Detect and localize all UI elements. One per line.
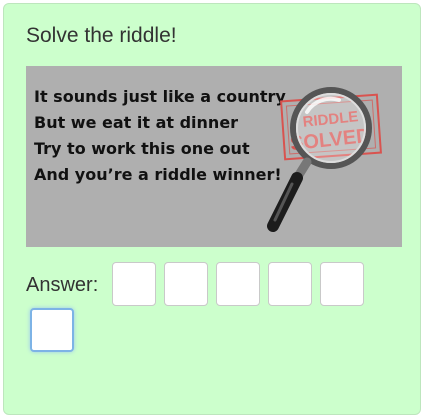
riddle-line-2: But we eat it at dinner	[34, 113, 239, 132]
page-title: Solve the riddle!	[26, 24, 177, 47]
riddle-image: It sounds just like a country But we eat…	[26, 66, 402, 247]
answer-label: Answer:	[26, 274, 99, 296]
riddle-text: It sounds just like a country But we eat…	[34, 84, 286, 188]
answer-letter-box-1[interactable]	[112, 262, 156, 306]
riddle-card: Solve the riddle! It sounds just like a …	[3, 3, 421, 415]
answer-letter-box-2[interactable]	[164, 262, 208, 306]
magnifier-icon: RIDDLE SOLVED	[267, 87, 382, 232]
answer-letter-box-6[interactable]	[30, 308, 74, 352]
riddle-line-1: It sounds just like a country	[34, 87, 286, 106]
answer-letter-box-3[interactable]	[216, 262, 260, 306]
answer-letter-box-4[interactable]	[268, 262, 312, 306]
riddle-line-4: And you’re a riddle winner!	[34, 165, 282, 184]
riddle-line-3: Try to work this one out	[34, 139, 250, 158]
answer-letter-box-5[interactable]	[320, 262, 364, 306]
